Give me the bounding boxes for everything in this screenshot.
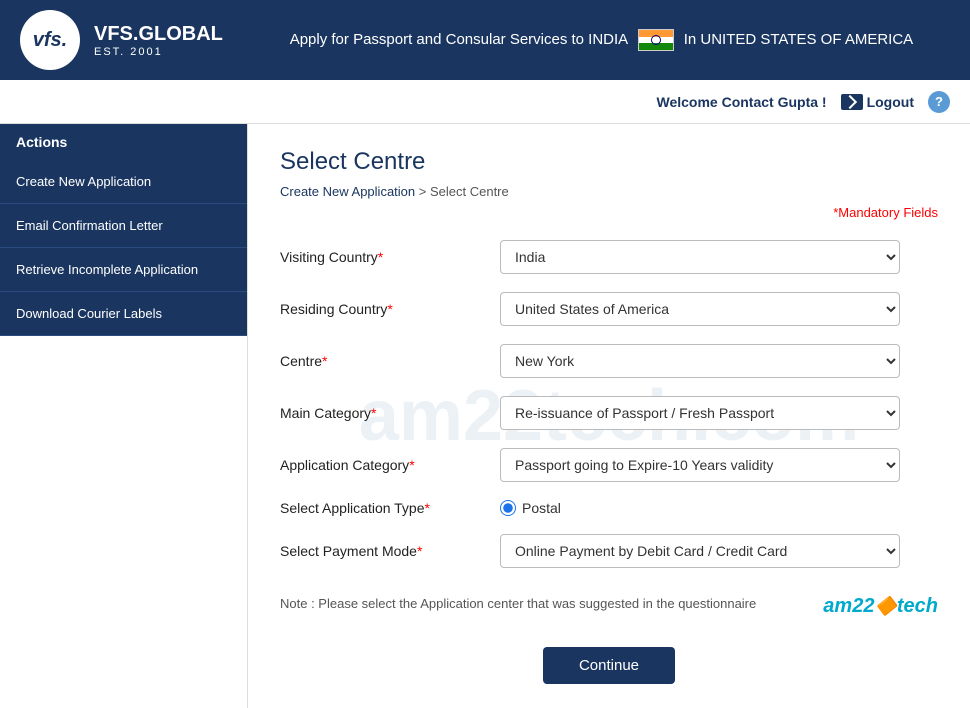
continue-button[interactable]: Continue [543, 647, 675, 684]
sidebar-item-email[interactable]: Email Confirmation Letter [0, 204, 247, 248]
main-category-select[interactable]: Re-issuance of Passport / Fresh Passport [500, 396, 900, 430]
app-category-control: Passport going to Expire-10 Years validi… [500, 448, 900, 482]
breadcrumb-current: Select Centre [430, 184, 509, 199]
centre-row: Centre* New York [280, 344, 938, 378]
logout-icon [841, 94, 863, 110]
residing-country-control: United States of America [500, 292, 900, 326]
app-category-select[interactable]: Passport going to Expire-10 Years validi… [500, 448, 900, 482]
welcome-text: Welcome Contact Gupta ! [656, 94, 826, 110]
sidebar-item-create[interactable]: Create New Application [0, 160, 247, 204]
residing-country-row: Residing Country* United States of Ameri… [280, 292, 938, 326]
visiting-country-row: Visiting Country* India [280, 240, 938, 274]
centre-label: Centre* [280, 353, 500, 369]
main-category-row: Main Category* Re-issuance of Passport /… [280, 396, 938, 430]
header-tagline: Apply for Passport and Consular Services… [253, 29, 950, 51]
sidebar: Actions Create New Application Email Con… [0, 124, 248, 708]
india-flag [638, 29, 674, 51]
residing-country-label: Residing Country* [280, 301, 500, 317]
breadcrumb-home[interactable]: Create New Application [280, 184, 415, 199]
sidebar-item-download[interactable]: Download Courier Labels [0, 292, 247, 336]
brand-name: VFS.GLOBAL [94, 23, 223, 46]
logout-button[interactable]: Logout [841, 94, 914, 110]
page-title: Select Centre [280, 148, 938, 176]
centre-control: New York [500, 344, 900, 378]
postal-radio[interactable] [500, 500, 516, 516]
payment-mode-control: Online Payment by Debit Card / Credit Ca… [500, 534, 900, 568]
help-icon[interactable]: ? [928, 91, 950, 113]
postal-radio-label[interactable]: Postal [500, 500, 900, 516]
residing-country-select[interactable]: United States of America [500, 292, 900, 326]
payment-mode-row: Select Payment Mode* Online Payment by D… [280, 534, 938, 568]
mandatory-note: *Mandatory Fields [280, 205, 938, 220]
app-type-control: Postal [500, 500, 900, 516]
brand-est: EST. 2001 [94, 46, 223, 58]
main-layout: Actions Create New Application Email Con… [0, 124, 970, 708]
visiting-country-label: Visiting Country* [280, 249, 500, 265]
visiting-country-select[interactable]: India [500, 240, 900, 274]
app-type-row: Select Application Type* Postal [280, 500, 938, 516]
logo-circle: vfs. [20, 10, 80, 70]
header: vfs. VFS.GLOBAL EST. 2001 Apply for Pass… [0, 0, 970, 80]
visiting-country-control: India [500, 240, 900, 274]
payment-mode-select[interactable]: Online Payment by Debit Card / Credit Ca… [500, 534, 900, 568]
breadcrumb: Create New Application > Select Centre [280, 184, 938, 199]
content-area: am22tech.com Select Centre Create New Ap… [248, 124, 970, 708]
note-text: Note : Please select the Application cen… [280, 596, 756, 611]
breadcrumb-sep: > [419, 184, 430, 199]
main-category-label: Main Category* [280, 405, 500, 421]
note-row: Note : Please select the Application cen… [280, 586, 938, 627]
centre-select[interactable]: New York [500, 344, 900, 378]
main-category-control: Re-issuance of Passport / Fresh Passport [500, 396, 900, 430]
continue-row: Continue [280, 647, 938, 684]
top-bar: Welcome Contact Gupta ! Logout ? [0, 80, 970, 124]
postal-label: Postal [522, 500, 561, 516]
app-type-label: Select Application Type* [280, 500, 500, 516]
sidebar-header: Actions [0, 124, 247, 160]
am22-brand: am22🔶tech [823, 595, 938, 618]
app-category-row: Application Category* Passport going to … [280, 448, 938, 482]
app-category-label: Application Category* [280, 457, 500, 473]
logo-text: vfs. [33, 29, 67, 51]
payment-mode-label: Select Payment Mode* [280, 543, 500, 559]
sidebar-item-retrieve[interactable]: Retrieve Incomplete Application [0, 248, 247, 292]
